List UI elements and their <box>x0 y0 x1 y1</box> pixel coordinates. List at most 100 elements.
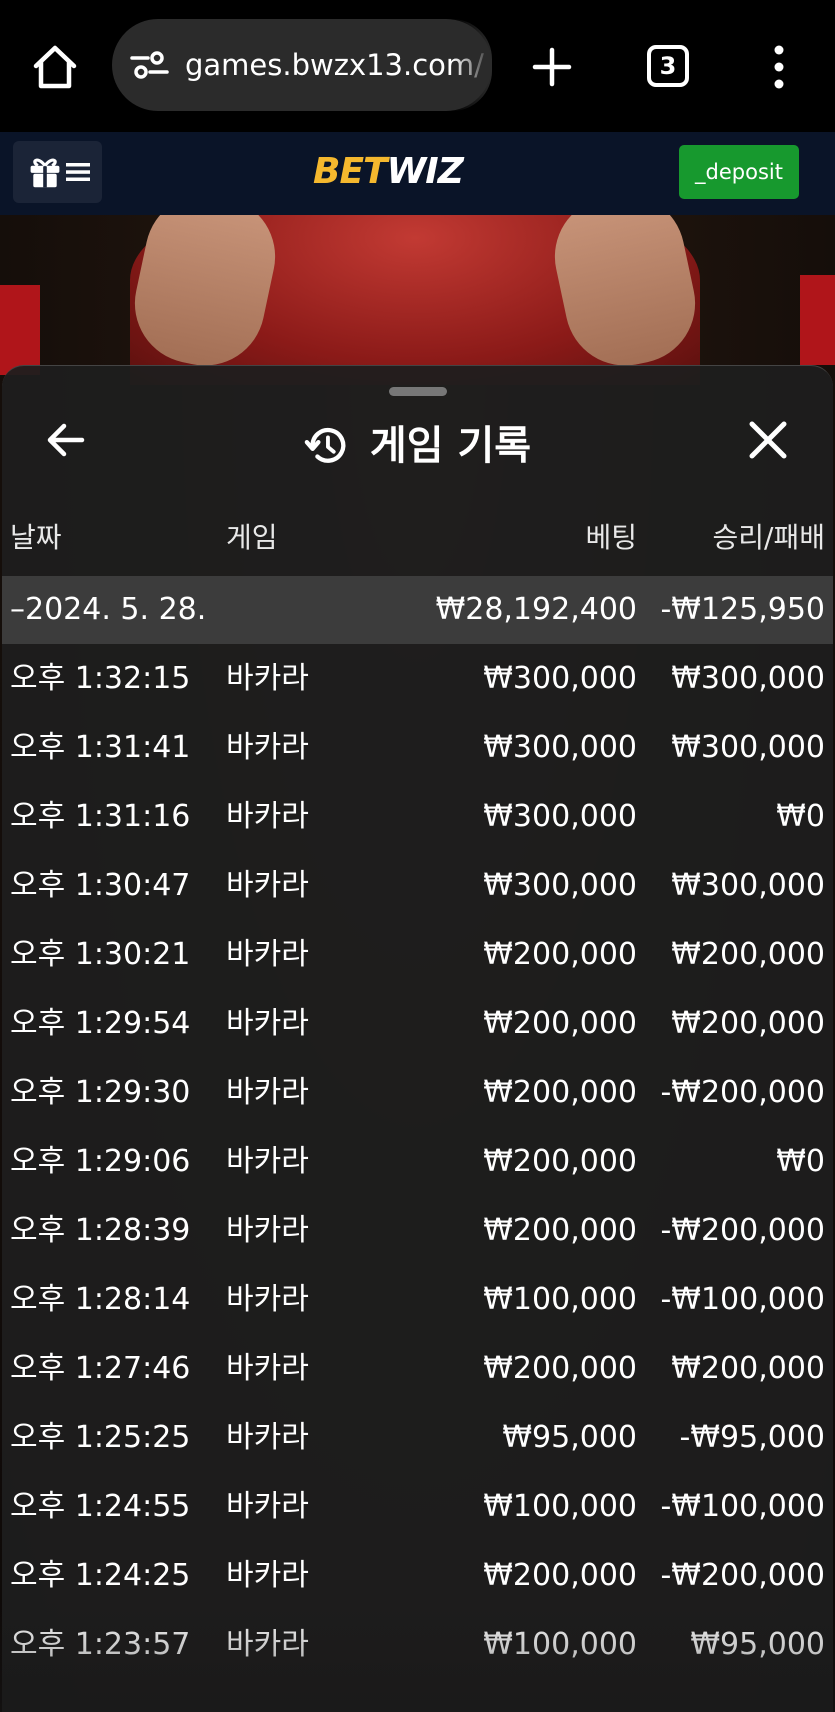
row-time: 오후 1:28:39 <box>10 1213 191 1248</box>
group-bet-total: ₩28,192,400 <box>435 592 637 627</box>
row-time: 오후 1:25:25 <box>10 1420 191 1455</box>
row-bet: ₩200,000 <box>483 1213 637 1248</box>
row-time: 오후 1:30:47 <box>10 868 191 903</box>
history-row[interactable]: 오후 1:24:25 바카라 ₩200,000 -₩200,000 <box>0 1542 835 1611</box>
row-result: ₩95,000 <box>690 1627 825 1662</box>
row-game: 바카라 <box>226 1351 309 1386</box>
row-bet: ₩100,000 <box>483 1489 637 1524</box>
column-header-date: 날짜 <box>10 521 62 554</box>
column-header-result: 승리/패배 <box>712 521 825 554</box>
row-time: 오후 1:29:54 <box>10 1006 191 1041</box>
row-time: 오후 1:32:15 <box>10 661 191 696</box>
more-vert-icon[interactable] <box>764 42 794 92</box>
row-time: 오후 1:29:06 <box>10 1144 191 1179</box>
gift-menu-button[interactable] <box>13 141 102 203</box>
url-text[interactable]: games.bwzx13.com/Lo <box>185 45 485 85</box>
row-bet: ₩200,000 <box>483 937 637 972</box>
row-game: 바카라 <box>226 1006 309 1041</box>
logo-bet: BET <box>313 151 388 192</box>
history-row[interactable]: 오후 1:29:30 바카라 ₩200,000 -₩200,000 <box>0 1059 835 1128</box>
history-row[interactable]: 오후 1:30:21 바카라 ₩200,000 ₩200,000 <box>0 921 835 990</box>
history-row[interactable]: 오후 1:24:55 바카라 ₩100,000 -₩100,000 <box>0 1473 835 1542</box>
row-bet: ₩100,000 <box>483 1627 637 1662</box>
history-row[interactable]: 오후 1:31:16 바카라 ₩300,000 ₩0 <box>0 783 835 852</box>
row-time: 오후 1:30:21 <box>10 937 191 972</box>
history-icon <box>304 427 346 463</box>
row-time: 오후 1:29:30 <box>10 1075 191 1110</box>
row-time: 오후 1:31:16 <box>10 799 191 834</box>
row-bet: ₩300,000 <box>483 661 637 696</box>
row-bet: ₩300,000 <box>483 730 637 765</box>
close-icon[interactable] <box>746 418 790 462</box>
row-game: 바카라 <box>226 1627 309 1662</box>
history-row[interactable]: 오후 1:31:41 바카라 ₩300,000 ₩300,000 <box>0 714 835 783</box>
row-game: 바카라 <box>226 1420 309 1455</box>
row-time: 오후 1:24:25 <box>10 1558 191 1593</box>
row-result: ₩200,000 <box>671 1351 825 1386</box>
history-row[interactable]: 오후 1:29:06 바카라 ₩200,000 ₩0 <box>0 1128 835 1197</box>
row-game: 바카라 <box>226 937 309 972</box>
row-result: ₩300,000 <box>671 868 825 903</box>
history-row[interactable]: 오후 1:25:25 바카라 ₩95,000 -₩95,000 <box>0 1404 835 1473</box>
row-game: 바카라 <box>226 1144 309 1179</box>
row-game: 바카라 <box>226 868 309 903</box>
row-result: -₩95,000 <box>679 1420 825 1455</box>
row-bet: ₩95,000 <box>502 1420 637 1455</box>
row-result: ₩200,000 <box>671 1006 825 1041</box>
deposit-button[interactable]: _deposit <box>679 145 799 199</box>
history-row[interactable]: 오후 1:32:15 바카라 ₩300,000 ₩300,000 <box>0 645 835 714</box>
row-bet: ₩200,000 <box>483 1558 637 1593</box>
plus-icon[interactable] <box>527 42 577 92</box>
history-row[interactable]: 오후 1:30:47 바카라 ₩300,000 ₩300,000 <box>0 852 835 921</box>
row-result: ₩300,000 <box>671 730 825 765</box>
logo-wiz: WIZ <box>386 151 464 192</box>
group-date: –2024. 5. 28. <box>10 592 207 627</box>
row-result: -₩100,000 <box>660 1282 825 1317</box>
history-list[interactable]: 오후 1:32:15 바카라 ₩300,000 ₩300,000 오후 1:31… <box>0 645 835 1680</box>
history-row[interactable]: 오후 1:23:57 바카라 ₩100,000 ₩95,000 <box>0 1611 835 1680</box>
row-game: 바카라 <box>226 1282 309 1317</box>
row-game: 바카라 <box>226 1558 309 1593</box>
column-header-game: 게임 <box>226 521 278 554</box>
history-row[interactable]: 오후 1:29:54 바카라 ₩200,000 ₩200,000 <box>0 990 835 1059</box>
history-row[interactable]: 오후 1:28:14 바카라 ₩100,000 -₩100,000 <box>0 1266 835 1335</box>
row-result: -₩200,000 <box>660 1213 825 1248</box>
app-header: BETWIZ _deposit <box>0 132 835 215</box>
row-result: ₩200,000 <box>671 937 825 972</box>
date-group-row[interactable]: –2024. 5. 28. ₩28,192,400 -₩125,950 <box>2 576 833 644</box>
row-bet: ₩300,000 <box>483 799 637 834</box>
column-header-bet: 베팅 <box>585 521 637 554</box>
address-bar[interactable]: games.bwzx13.com/Lo <box>112 19 492 111</box>
hamburger-icon <box>66 163 90 181</box>
browser-toolbar: games.bwzx13.com/Lo 3 <box>0 0 835 132</box>
row-game: 바카라 <box>226 799 309 834</box>
row-bet: ₩200,000 <box>483 1351 637 1386</box>
history-row[interactable]: 오후 1:27:46 바카라 ₩200,000 ₩200,000 <box>0 1335 835 1404</box>
home-icon[interactable] <box>30 42 80 92</box>
row-time: 오후 1:28:14 <box>10 1282 191 1317</box>
row-game: 바카라 <box>226 661 309 696</box>
row-game: 바카라 <box>226 1489 309 1524</box>
table-light-right <box>800 275 835 365</box>
row-result: -₩200,000 <box>660 1075 825 1110</box>
group-result-total: -₩125,950 <box>660 592 825 627</box>
row-result: ₩300,000 <box>671 661 825 696</box>
sheet-grabber[interactable] <box>389 387 447 396</box>
history-row[interactable]: 오후 1:28:39 바카라 ₩200,000 -₩200,000 <box>0 1197 835 1266</box>
row-bet: ₩200,000 <box>483 1006 637 1041</box>
row-time: 오후 1:24:55 <box>10 1489 191 1524</box>
row-result: -₩100,000 <box>660 1489 825 1524</box>
row-bet: ₩200,000 <box>483 1144 637 1179</box>
url-fade <box>452 19 492 111</box>
row-result: ₩0 <box>776 1144 825 1179</box>
row-game: 바카라 <box>226 1213 309 1248</box>
row-time: 오후 1:31:41 <box>10 730 191 765</box>
table-light-left <box>0 285 40 375</box>
tune-icon[interactable] <box>130 49 170 81</box>
sheet-title: 게임 기록 <box>369 423 532 469</box>
sheet-header: 게임 기록 <box>2 416 833 476</box>
row-game: 바카라 <box>226 1075 309 1110</box>
tabs-icon[interactable]: 3 <box>647 45 689 87</box>
row-game: 바카라 <box>226 730 309 765</box>
row-result: -₩200,000 <box>660 1558 825 1593</box>
